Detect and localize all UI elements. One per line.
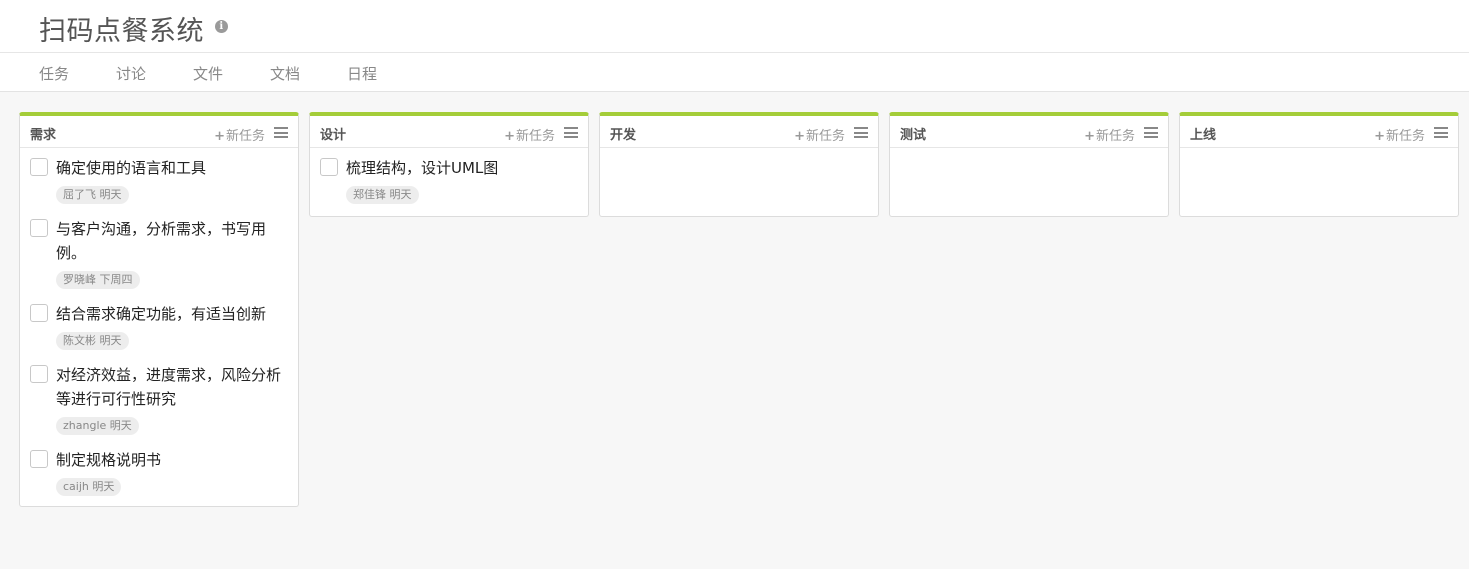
column-body (600, 148, 878, 216)
column-title: 设计 (320, 128, 347, 143)
info-icon[interactable]: i (215, 20, 228, 33)
menu-icon[interactable] (274, 127, 288, 138)
column-title: 测试 (900, 128, 927, 143)
column-body: 梳理结构，设计UML图 郑佳锋 明天 (310, 148, 588, 216)
column-header: 设计 +新任务 (310, 116, 588, 148)
project-header: 扫码点餐系统 i (0, 0, 1469, 53)
column-body (1180, 148, 1458, 216)
task-checkbox[interactable] (30, 365, 48, 383)
column-header: 需求 +新任务 (20, 116, 298, 148)
task-title[interactable]: 对经济效益，进度需求，风险分析等进行可行性研究 (56, 363, 288, 411)
task-card[interactable]: 梳理结构，设计UML图 郑佳锋 明天 (320, 156, 578, 204)
task-checkbox[interactable] (30, 450, 48, 468)
task-card[interactable]: 确定使用的语言和工具 屈了飞 明天 (30, 156, 288, 204)
column-body (890, 148, 1168, 216)
new-task-button[interactable]: +新任务 (504, 125, 555, 144)
task-assignee-due: 郑佳锋 明天 (346, 186, 419, 204)
task-checkbox[interactable] (320, 158, 338, 176)
task-title[interactable]: 梳理结构，设计UML图 (346, 156, 578, 180)
column-release: 上线 +新任务 (1179, 112, 1459, 217)
task-assignee-due: 屈了飞 明天 (56, 186, 129, 204)
project-title-wrap: 扫码点餐系统 i (39, 9, 228, 48)
task-assignee-due: caijh 明天 (56, 478, 122, 496)
new-task-label: 新任务 (1095, 129, 1135, 144)
project-title: 扫码点餐系统 (39, 16, 204, 47)
plus-icon: + (1374, 129, 1385, 144)
task-card[interactable]: 与客户沟通，分析需求，书写用例。 罗晓峰 下周四 (30, 217, 288, 289)
new-task-label: 新任务 (225, 129, 265, 144)
column-requirements: 需求 +新任务 确定使用的语言和工具 屈了飞 明天 与客户沟通，分析需求，书写用… (19, 112, 299, 507)
task-checkbox[interactable] (30, 304, 48, 322)
column-title: 需求 (30, 128, 57, 143)
task-title[interactable]: 确定使用的语言和工具 (56, 156, 288, 180)
task-title[interactable]: 与客户沟通，分析需求，书写用例。 (56, 217, 288, 265)
column-body: 确定使用的语言和工具 屈了飞 明天 与客户沟通，分析需求，书写用例。 罗晓峰 下… (20, 148, 298, 506)
column-design: 设计 +新任务 梳理结构，设计UML图 郑佳锋 明天 (309, 112, 589, 217)
new-task-label: 新任务 (515, 129, 555, 144)
new-task-button[interactable]: +新任务 (1374, 125, 1425, 144)
task-title[interactable]: 结合需求确定功能，有适当创新 (56, 302, 288, 326)
plus-icon: + (504, 129, 515, 144)
task-title[interactable]: 制定规格说明书 (56, 448, 288, 472)
plus-icon: + (214, 129, 225, 144)
menu-icon[interactable] (1434, 127, 1448, 138)
column-testing: 测试 +新任务 (889, 112, 1169, 217)
tab-docs[interactable]: 文档 (270, 63, 300, 84)
menu-icon[interactable] (564, 127, 578, 138)
tab-tasks[interactable]: 任务 (39, 63, 69, 84)
task-card[interactable]: 对经济效益，进度需求，风险分析等进行可行性研究 zhangle 明天 (30, 363, 288, 435)
menu-icon[interactable] (1144, 127, 1158, 138)
plus-icon: + (1084, 129, 1095, 144)
column-development: 开发 +新任务 (599, 112, 879, 217)
column-header: 开发 +新任务 (600, 116, 878, 148)
task-card[interactable]: 制定规格说明书 caijh 明天 (30, 448, 288, 496)
column-title: 上线 (1190, 128, 1217, 143)
new-task-button[interactable]: +新任务 (794, 125, 845, 144)
project-tabs: 任务 讨论 文件 文档 日程 (0, 53, 1469, 92)
task-assignee-due: zhangle 明天 (56, 417, 139, 435)
column-header: 测试 +新任务 (890, 116, 1168, 148)
menu-icon[interactable] (854, 127, 868, 138)
task-card[interactable]: 结合需求确定功能，有适当创新 陈文彬 明天 (30, 302, 288, 350)
task-assignee-due: 罗晓峰 下周四 (56, 271, 140, 289)
column-title: 开发 (610, 128, 637, 143)
tab-calendar[interactable]: 日程 (347, 63, 377, 84)
column-header: 上线 +新任务 (1180, 116, 1458, 148)
tab-discussion[interactable]: 讨论 (116, 63, 146, 84)
new-task-label: 新任务 (805, 129, 845, 144)
new-task-button[interactable]: +新任务 (1084, 125, 1135, 144)
plus-icon: + (794, 129, 805, 144)
task-checkbox[interactable] (30, 158, 48, 176)
task-checkbox[interactable] (30, 219, 48, 237)
tab-files[interactable]: 文件 (193, 63, 223, 84)
new-task-label: 新任务 (1385, 129, 1425, 144)
task-assignee-due: 陈文彬 明天 (56, 332, 129, 350)
new-task-button[interactable]: +新任务 (214, 125, 265, 144)
